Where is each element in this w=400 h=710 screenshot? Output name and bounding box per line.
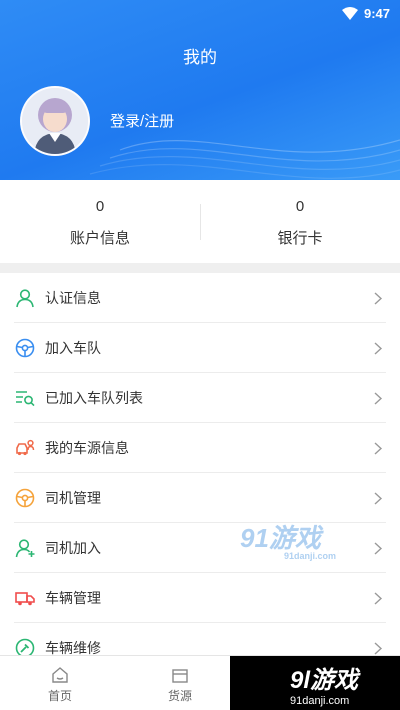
corner-watermark-domain: 91danji.com (290, 694, 350, 707)
tab-home[interactable]: 首页 (0, 656, 120, 710)
box-icon (120, 666, 240, 684)
menu-item-join-fleet[interactable]: 加入车队 (0, 323, 400, 373)
menu-item-label: 我的车源信息 (45, 440, 129, 456)
login-register-link[interactable]: 登录/注册 (110, 110, 174, 131)
account-info-stat[interactable]: 0 账户信息 (0, 180, 200, 263)
list-search-icon (14, 387, 36, 409)
stats-divider (200, 204, 201, 240)
account-info-label: 账户信息 (69, 230, 130, 247)
menu-item-label: 司机管理 (45, 490, 101, 506)
menu-item-vehicle-management[interactable]: 车辆管理 (0, 573, 400, 623)
user-add-icon (14, 537, 36, 559)
chevron-right-icon (368, 388, 388, 408)
tab-goods[interactable]: 货源 (120, 656, 240, 710)
menu-item-label: 车辆管理 (45, 590, 101, 606)
page-title: 我的 (183, 48, 217, 67)
profile-header: 9:47 我的 登录/注册 (0, 0, 400, 180)
home-icon (0, 666, 120, 684)
bank-card-value: 0 (295, 198, 305, 215)
tab-home-label: 首页 (47, 689, 72, 703)
wifi-icon (341, 6, 358, 20)
menu-item-driver-join[interactable]: 司机加入 (0, 523, 400, 573)
menu-item-label: 加入车队 (45, 340, 101, 356)
steering-wheel-icon (14, 487, 36, 509)
avatar[interactable] (20, 86, 90, 156)
corner-watermark-brand: 9l游戏 (290, 666, 359, 694)
watermark-domain: 91danji.com (284, 551, 337, 561)
default-avatar-icon (22, 88, 88, 154)
tab-goods-label: 货源 (167, 689, 192, 703)
account-info-value: 0 (95, 198, 105, 215)
corner-watermark: 9l游戏 91danji.com (230, 656, 400, 710)
menu-item-certification[interactable]: 认证信息 (0, 273, 400, 323)
chevron-right-icon (368, 338, 388, 358)
user-verify-icon (14, 287, 36, 309)
menu-item-label: 已加入车队列表 (45, 390, 143, 406)
chevron-right-icon (368, 488, 388, 508)
bank-card-stat[interactable]: 0 银行卡 (200, 180, 400, 263)
bank-card-label: 银行卡 (277, 230, 323, 247)
menu-item-joined-fleets[interactable]: 已加入车队列表 (0, 373, 400, 423)
chevron-right-icon (368, 588, 388, 608)
menu-list: 认证信息 加入车队 已加入车队列表 我的车源信息 司机管理 司机加入 车辆管理 … (0, 273, 400, 673)
chevron-right-icon (368, 538, 388, 558)
menu-item-label: 认证信息 (45, 290, 101, 306)
menu-item-driver-management[interactable]: 司机管理 (0, 473, 400, 523)
account-stats: 0 账户信息 0 银行卡 (0, 180, 400, 263)
menu-item-my-vehicle-source[interactable]: 我的车源信息 (0, 423, 400, 473)
watermark-logo: 91游戏 91danji.com (240, 518, 336, 561)
steering-wheel-icon (14, 337, 36, 359)
chevron-right-icon (368, 438, 388, 458)
status-time: 9:47 (363, 5, 390, 21)
car-user-icon (14, 437, 36, 459)
status-bar: 9:47 (341, 4, 390, 22)
truck-icon (14, 587, 36, 609)
watermark-brand: 91游戏 (240, 523, 321, 553)
chevron-right-icon (368, 288, 388, 308)
